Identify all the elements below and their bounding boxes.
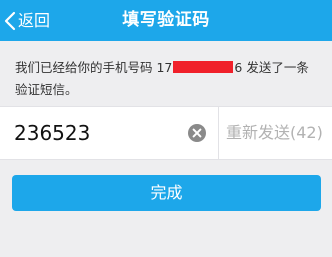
clear-circle-x-icon: [188, 124, 206, 142]
resend-countdown-button[interactable]: 重新发送(42): [226, 107, 323, 159]
sms-sent-message: 我们已经给你的手机号码 17 6 发送了一条验证短信。: [15, 57, 320, 101]
clear-input-button[interactable]: [188, 124, 206, 142]
code-input-row: 重新发送(42): [0, 106, 332, 160]
top-navigation-bar: 返回 填写验证码: [0, 0, 332, 41]
done-button[interactable]: 完成: [12, 175, 321, 211]
verification-screen: 返回 填写验证码 我们已经给你的手机号码 176 发送了一条验证短信。 重新发送…: [0, 0, 332, 257]
input-divider: [218, 107, 219, 159]
message-text-start: 我们已经给你的手机号码 17: [15, 60, 173, 75]
page-title: 填写验证码: [122, 10, 210, 30]
verification-code-input[interactable]: [14, 107, 179, 159]
redacted-phone-digits: [173, 61, 234, 73]
